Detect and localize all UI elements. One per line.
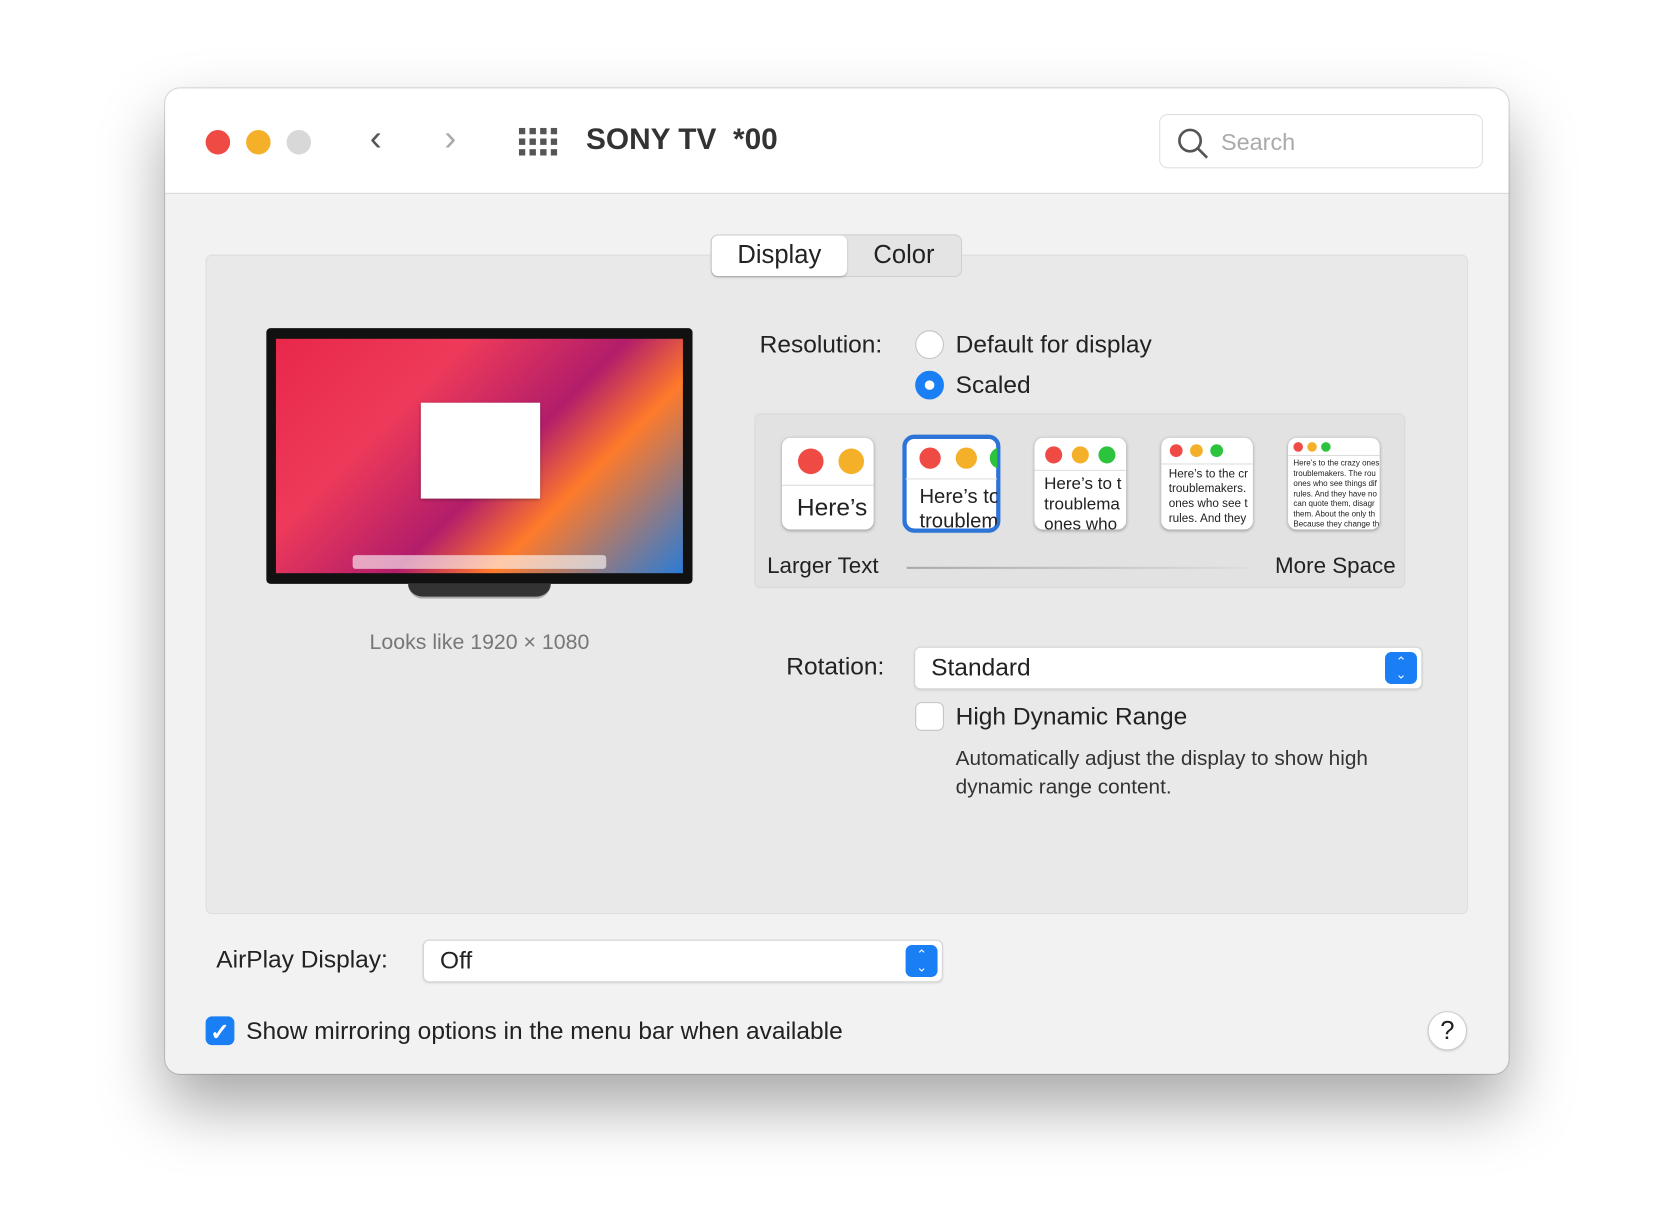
help-button[interactable]: ? — [1427, 1011, 1468, 1051]
show-all-grid-icon[interactable] — [518, 127, 558, 156]
rotation-value: Standard — [931, 653, 1031, 681]
hdr-label[interactable]: High Dynamic Range — [956, 702, 1188, 731]
default-for-display-radio[interactable] — [915, 330, 944, 360]
close-button[interactable] — [205, 129, 231, 155]
scaled-radio[interactable] — [915, 370, 944, 400]
scale-option-1[interactable]: Here’s — [782, 437, 874, 530]
search-placeholder: Search — [1220, 128, 1296, 156]
airplay-value: Off — [440, 946, 473, 974]
up-down-chevron-icon: ⌃ ⌄ — [1385, 652, 1417, 684]
up-down-chevron-icon: ⌃ ⌄ — [905, 945, 938, 977]
more-space-label: More Space — [1275, 554, 1396, 579]
forward-button[interactable]: › — [444, 118, 456, 160]
window-title: SONY TV *00 — [585, 122, 778, 156]
hdr-checkbox[interactable] — [915, 702, 944, 731]
mirroring-label[interactable]: Show mirroring options in the menu bar w… — [246, 1016, 843, 1045]
preferences-window: ‹ › SONY TV *00 Search Display Color Loo… — [165, 88, 1509, 1074]
scaled-label[interactable]: Scaled — [956, 371, 1031, 400]
airplay-label: AirPlay Display: — [216, 945, 388, 973]
resolution-label: Resolution: — [759, 330, 883, 358]
display-preview-image — [266, 328, 693, 599]
airplay-select[interactable]: Off ⌃ ⌄ — [422, 939, 943, 983]
looks-like-text: Looks like 1920 × 1080 — [369, 630, 590, 655]
default-for-display-label[interactable]: Default for display — [956, 330, 1152, 359]
scale-slider-track — [906, 566, 1248, 569]
hdr-description: Automatically adjust the display to show… — [955, 746, 1368, 800]
larger-text-label: Larger Text — [767, 554, 879, 579]
zoom-button[interactable] — [286, 129, 312, 155]
mirroring-checkbox[interactable]: ✓ — [205, 1016, 235, 1046]
search-input[interactable]: Search — [1159, 113, 1484, 169]
back-button[interactable]: ‹ — [370, 118, 382, 160]
scale-option-3[interactable]: Here’s to t troublema ones who — [1034, 437, 1127, 530]
minimize-button[interactable] — [246, 129, 271, 155]
scale-option-5[interactable]: Here’s to the crazy ones troublemakers. … — [1288, 437, 1380, 530]
tab-bar: Display Color — [710, 234, 963, 278]
tab-display[interactable]: Display — [711, 235, 847, 276]
rotation-select[interactable]: Standard ⌃ ⌄ — [914, 646, 1423, 690]
search-icon — [1178, 128, 1209, 159]
scale-options: Here’s Here’s to troublem Here’s to t tr… — [754, 413, 1406, 589]
scale-option-4[interactable]: Here’s to the cr troublemakers. ones who… — [1161, 437, 1253, 530]
rotation-label: Rotation: — [786, 652, 885, 680]
title-bar: ‹ › SONY TV *00 Search — [165, 88, 1509, 194]
tab-color[interactable]: Color — [847, 235, 961, 275]
scale-option-2[interactable]: Here’s to troublem — [902, 434, 1001, 533]
